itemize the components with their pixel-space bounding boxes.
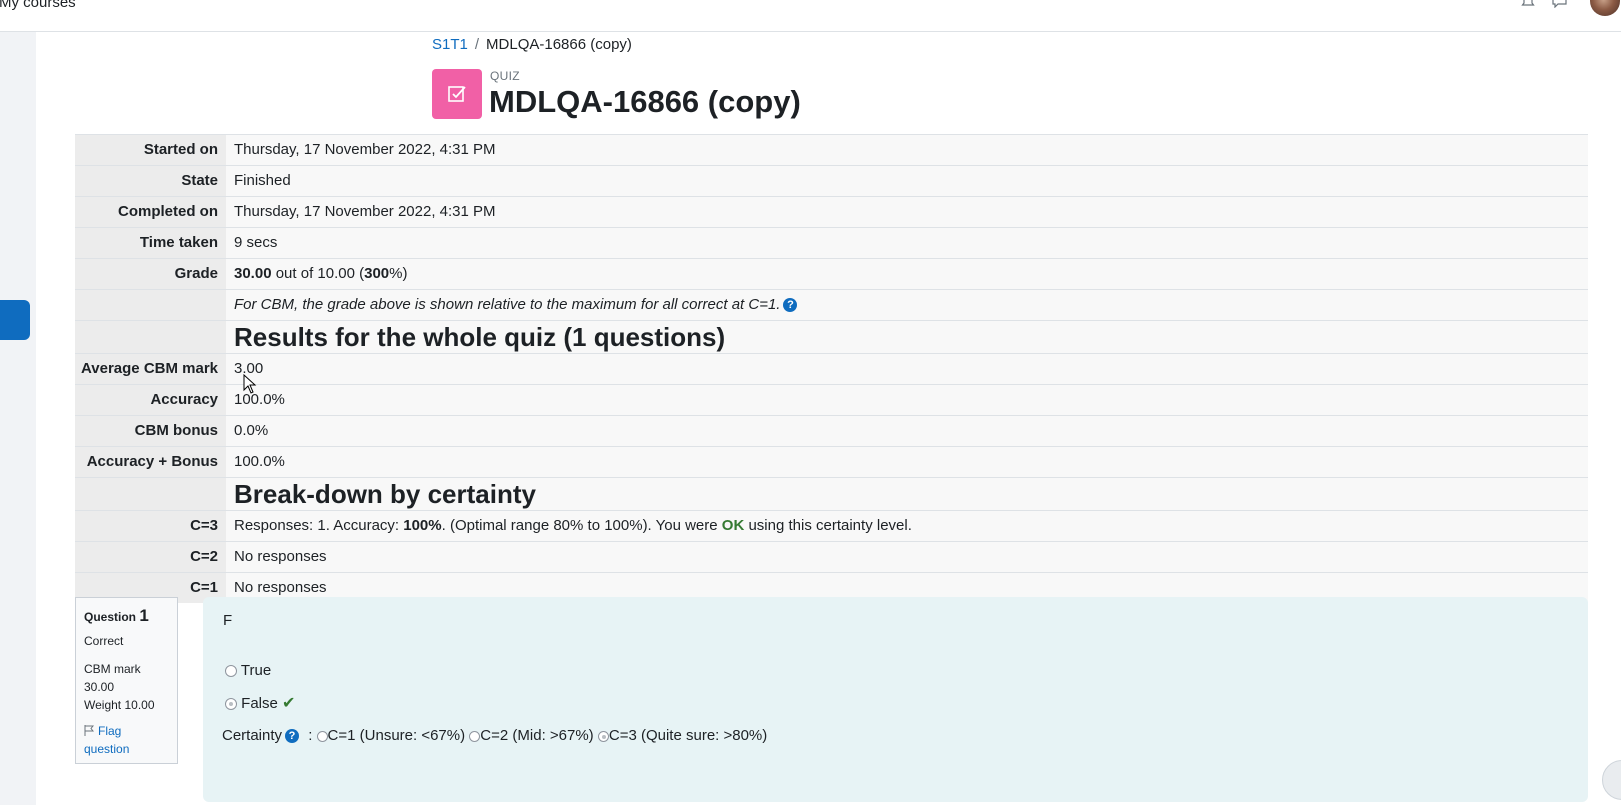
user-avatar[interactable] [1590,0,1620,16]
certainty-row-c2: C=2 No responses [75,541,1588,573]
row-value: Thursday, 17 November 2022, 4:31 PM [226,196,1588,228]
quiz-review-summary-table: Started on Thursday, 17 November 2022, 4… [75,134,1588,603]
row-value: Thursday, 17 November 2022, 4:31 PM [226,134,1588,166]
certainty-option: C=1 (Unsure: <67%) [327,727,466,744]
row-label: Accuracy + Bonus [75,446,226,478]
question-weight: Weight 10.00 [84,698,155,712]
ok-badge: OK [721,517,745,534]
open-drawer-button[interactable] [0,300,30,340]
breakdown-heading-row: Break-down by certainty [75,477,1588,511]
row-value: 100.0% [226,384,1588,416]
certainty-selector: Certainty? : C=1 (Unsure: <67%) C=2 (Mid… [222,727,768,744]
cbm-note-row: For CBM, the grade above is shown relati… [75,289,1588,321]
mouse-cursor-icon [243,374,257,394]
question-text: F [223,612,233,629]
row-label: Average CBM mark [75,353,226,385]
row-label: Time taken [75,227,226,259]
cbm-note: For CBM, the grade above is shown relati… [234,296,781,313]
row-label: Started on [75,134,226,166]
answer-label: False [241,695,278,712]
row-label: Accuracy [75,384,226,416]
row-value: 3.00 [226,353,1588,385]
row-value: Responses: 1. Accuracy: 100%. (Optimal r… [226,510,1588,542]
certainty-radio-c2[interactable] [469,730,481,742]
certainty-radio-c1[interactable] [316,730,328,742]
question-number: Question 1 [84,606,149,625]
row-value: 100.0% [226,446,1588,478]
certainty-option: C=2 (Mid: >67%) [480,727,594,744]
row-label: C=3 [75,510,226,542]
question-status: Correct [84,634,124,648]
row-label: CBM bonus [75,415,226,447]
table-row: Accuracy + Bonus 100.0% [75,446,1588,478]
nav-my-courses-link[interactable]: My courses [0,0,76,11]
grade-value: 30.00 out of 10.00 (300%) [226,258,1588,290]
answer-radio[interactable] [225,665,237,678]
grade-end: %) [389,265,408,282]
breadcrumb-separator: / [474,36,480,53]
answer-option-false[interactable]: False ✔ [225,693,295,713]
grade-label: Grade [75,258,226,290]
certainty-option: C=3 (Quite sure: >80%) [608,727,768,744]
question-content-panel: F True False ✔ Certainty? : C=1 (Unsure:… [203,597,1588,802]
results-heading: Results for the whole quiz (1 questions) [226,320,1588,354]
cbm-mark-value: 30.00 [84,680,115,694]
row-value: Finished [226,165,1588,197]
table-row: Accuracy 100.0% [75,384,1588,416]
answer-radio[interactable] [225,698,237,711]
certainty-radio-c3[interactable] [597,730,609,742]
breadcrumb-course-link[interactable]: S1T1 [432,36,468,53]
flag-question-link[interactable]: Flag question [84,724,129,756]
row-value: 9 secs [226,227,1588,259]
answer-label: True [240,662,272,679]
flag-icon [84,725,95,736]
table-row: State Finished [75,165,1588,197]
quiz-activity-icon [432,69,482,119]
certainty-row-c3: C=3 Responses: 1. Accuracy: 100%. (Optim… [75,510,1588,542]
breadcrumb-current: MDLQA-16866 (copy) [486,36,632,53]
certainty-label: Certainty [222,727,283,744]
cbm-mark-label: CBM mark [84,662,141,676]
row-value: 0.0% [226,415,1588,447]
row-label: C=2 [75,541,226,573]
chat-icon[interactable] [1552,0,1567,8]
left-drawer-strip [0,32,36,805]
results-heading-row: Results for the whole quiz (1 questions) [75,320,1588,354]
row-value: No responses [226,541,1588,573]
row-label: State [75,165,226,197]
page-title: MDLQA-16866 (copy) [489,84,801,119]
table-row: Time taken 9 secs [75,227,1588,259]
table-row: CBM bonus 0.0% [75,415,1588,447]
grade-score: 30.00 [234,265,272,282]
answer-option-true[interactable]: True [225,662,271,679]
grade-percent: 300 [364,265,390,282]
row-label: Completed on [75,196,226,228]
bell-icon[interactable] [1521,0,1535,8]
top-navbar: My courses [0,0,1621,32]
help-icon[interactable]: ? [783,298,798,313]
scroll-to-top-button[interactable] [1602,760,1621,800]
question-info-panel: Question 1 Correct CBM mark 30.00 Weight… [75,597,178,764]
table-row: Completed on Thursday, 17 November 2022,… [75,196,1588,228]
certainty-help-icon[interactable]: ? [285,729,300,744]
table-row: Average CBM mark 3.00 [75,353,1588,385]
table-row: Started on Thursday, 17 November 2022, 4… [75,134,1588,166]
breakdown-heading: Break-down by certainty [226,477,1588,511]
breadcrumb: S1T1 / MDLQA-16866 (copy) [432,36,632,53]
correct-check-icon: ✔ [282,695,296,712]
grade-mid: out of 10.00 ( [271,265,365,282]
grade-row: Grade 30.00 out of 10.00 (300%) [75,258,1588,290]
activity-type-label: QUIZ [490,69,520,83]
